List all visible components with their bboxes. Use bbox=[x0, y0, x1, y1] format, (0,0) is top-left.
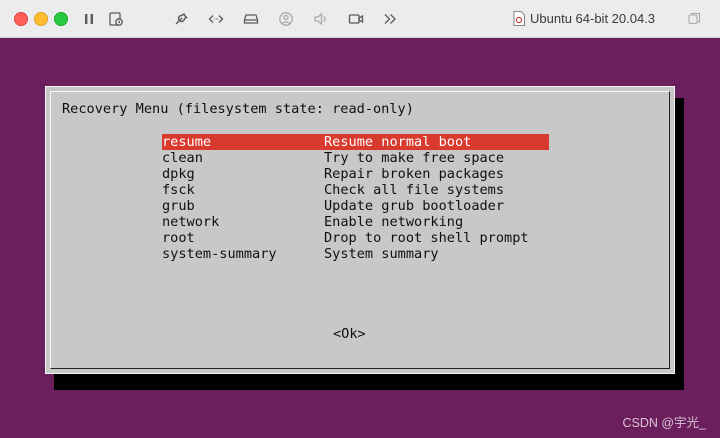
menu-item-key: fsck bbox=[162, 182, 195, 198]
menu-item-desc: Check all file systems bbox=[324, 182, 505, 198]
menu-item-fsck[interactable]: fsck Check all file systems bbox=[162, 182, 549, 198]
watermark: CSDN @宇光_ bbox=[622, 416, 706, 430]
menu-item-key: clean bbox=[162, 150, 203, 166]
menu-item-key: grub bbox=[162, 198, 195, 214]
volume-icon[interactable] bbox=[312, 10, 330, 28]
menu-item-network[interactable]: network Enable networking bbox=[162, 214, 549, 230]
fullscreen-window-button[interactable] bbox=[54, 12, 68, 26]
vm-file-icon bbox=[513, 11, 525, 26]
close-window-button[interactable] bbox=[14, 12, 28, 26]
camera-icon[interactable] bbox=[347, 10, 365, 28]
more-chevrons-icon[interactable] bbox=[381, 10, 399, 28]
menu-item-key: network bbox=[162, 214, 220, 230]
minimize-window-button[interactable] bbox=[34, 12, 48, 26]
menu-item-key: resume bbox=[162, 134, 212, 150]
vm-titlebar: Ubuntu 64-bit 20.04.3 bbox=[0, 0, 720, 38]
menu-item-desc: Drop to root shell prompt bbox=[324, 230, 529, 246]
menu-item-grub[interactable]: grub Update grub bootloader bbox=[162, 198, 549, 214]
menu-item-desc: System summary bbox=[324, 246, 439, 262]
ok-button[interactable]: <Ok> bbox=[333, 326, 366, 342]
menu-item-clean[interactable]: clean Try to make free space bbox=[162, 150, 549, 166]
drive-icon[interactable] bbox=[242, 10, 260, 28]
menu-item-resume[interactable]: resume Resume normal boot bbox=[162, 134, 549, 150]
menu-item-desc: Repair broken packages bbox=[324, 166, 505, 182]
restore-window-icon[interactable] bbox=[688, 12, 701, 25]
settings-wrench-icon[interactable] bbox=[172, 10, 190, 28]
menu-item-key: dpkg bbox=[162, 166, 195, 182]
menu-item-key: system-summary bbox=[162, 246, 277, 262]
user-icon[interactable] bbox=[277, 10, 295, 28]
menu-item-desc: Try to make free space bbox=[324, 150, 505, 166]
menu-item-key: root bbox=[162, 230, 195, 246]
menu-item-desc: Enable networking bbox=[324, 214, 464, 230]
dialog-title: Recovery Menu (filesystem state: read-on… bbox=[62, 101, 414, 117]
pause-icon[interactable] bbox=[80, 10, 98, 28]
menu-item-system-summary[interactable]: system-summary System summary bbox=[162, 246, 549, 262]
menu-item-dpkg[interactable]: dpkg Repair broken packages bbox=[162, 166, 549, 182]
code-arrows-icon[interactable] bbox=[207, 10, 225, 28]
snapshot-icon[interactable] bbox=[107, 10, 125, 28]
menu-item-desc: Update grub bootloader bbox=[324, 198, 505, 214]
menu-item-root[interactable]: root Drop to root shell prompt bbox=[162, 230, 549, 246]
menu-item-desc: Resume normal boot bbox=[324, 134, 472, 150]
vm-title: Ubuntu 64-bit 20.04.3 bbox=[530, 11, 656, 26]
